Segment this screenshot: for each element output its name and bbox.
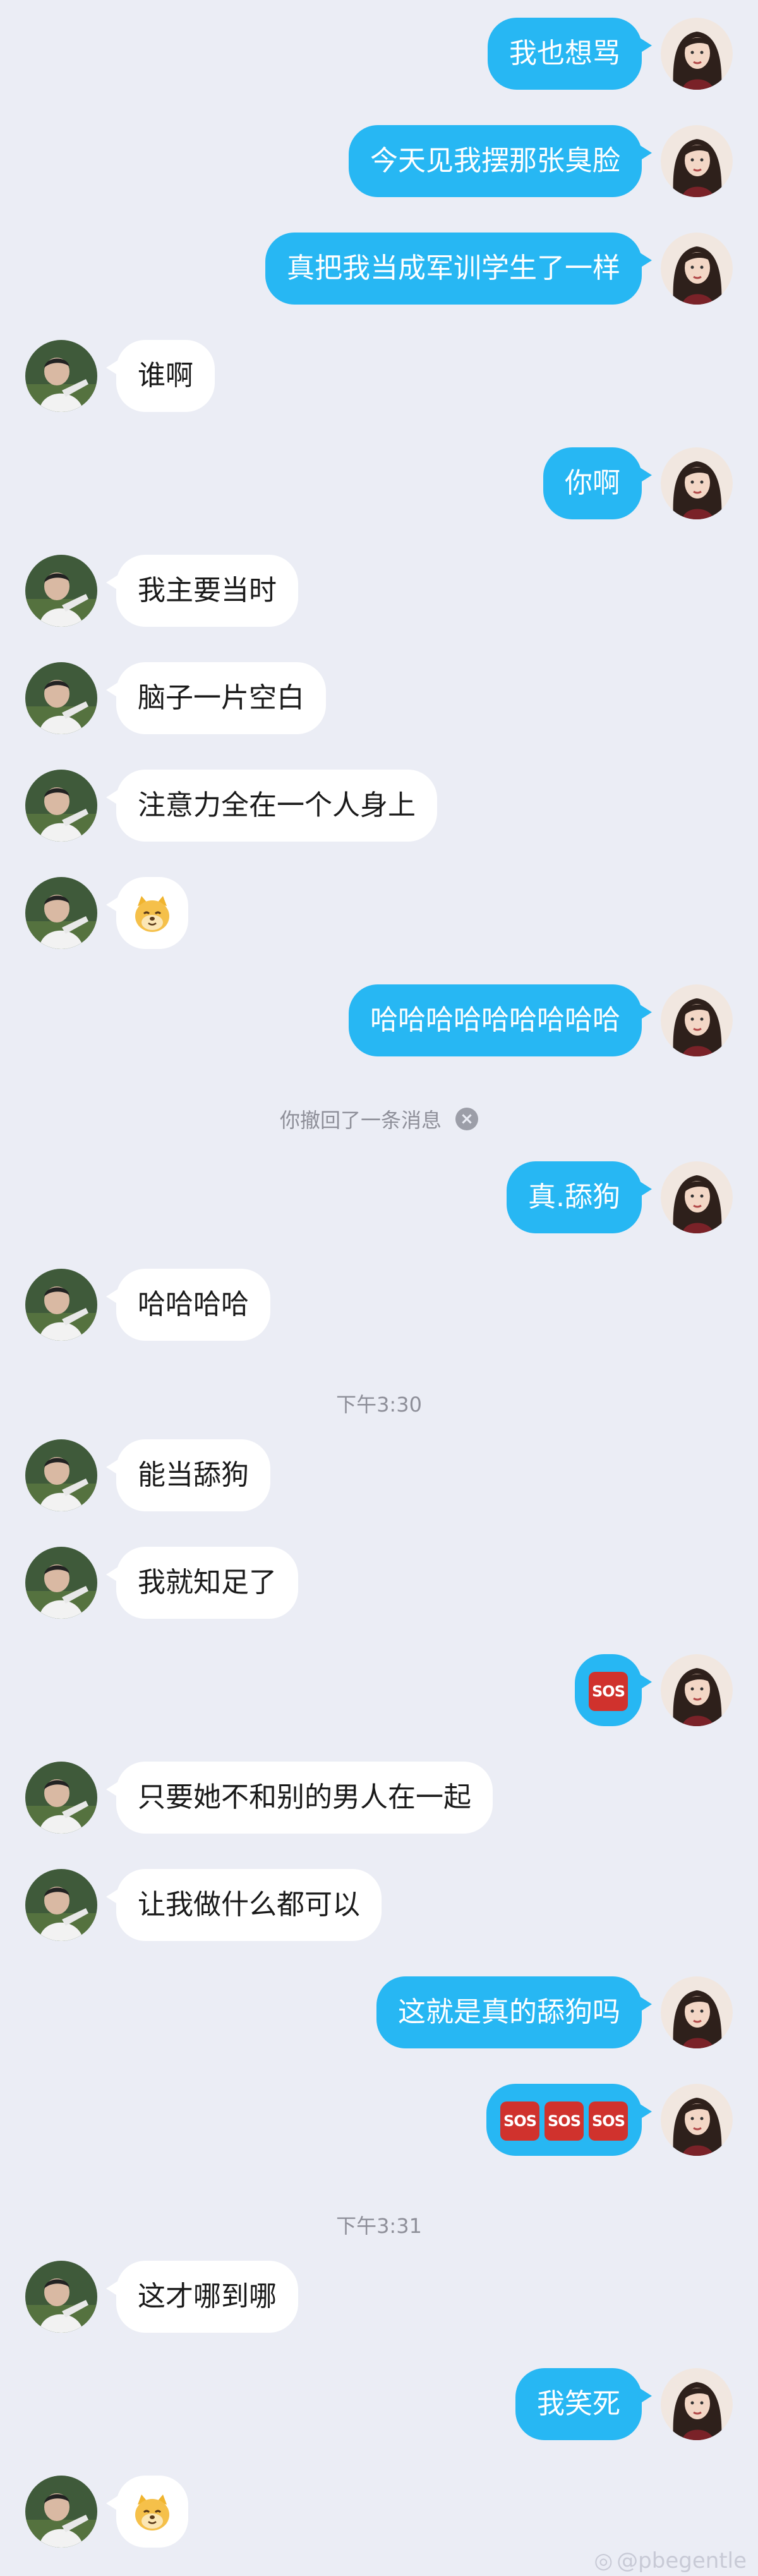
received-message-bubble[interactable]: 脑子一片空白: [106, 662, 326, 734]
message-row-sent: 今天见我摆那张臭脸: [0, 125, 758, 207]
weibo-icon: ◎: [594, 2548, 613, 2573]
message-text: 今天见我摆那张臭脸: [370, 145, 620, 177]
sos-emoji: SOS: [589, 1672, 628, 1711]
message-row-received: 只要她不和别的男人在一起: [0, 1762, 758, 1844]
timestamp: 下午3:30: [336, 1393, 422, 1417]
sent-message-bubble[interactable]: 这就是真的舔狗吗: [376, 1976, 652, 2048]
message-text: 哈哈哈哈哈哈哈哈哈: [370, 1004, 620, 1036]
sent-message-bubble[interactable]: 你啊: [543, 447, 652, 519]
message-row-received: 这才哪到哪: [0, 2261, 758, 2343]
message-row-sent: 我也想骂: [0, 18, 758, 100]
recall-notice-text: 你撤回了一条消息: [279, 1108, 442, 1132]
contact-avatar[interactable]: [25, 2261, 97, 2333]
my-avatar[interactable]: [661, 2368, 733, 2440]
message-text: 你啊: [565, 467, 620, 499]
message-row-sent: 你啊: [0, 447, 758, 529]
contact-avatar[interactable]: [25, 340, 97, 412]
sent-message-bubble[interactable]: SOS: [575, 1654, 652, 1726]
message-text: 这才哪到哪: [138, 2280, 277, 2313]
sent-message-bubble[interactable]: 真把我当成军训学生了一样: [265, 233, 652, 305]
received-message-bubble[interactable]: 只要她不和别的男人在一起: [106, 1762, 493, 1834]
contact-avatar[interactable]: [25, 770, 97, 842]
message-row-sent: 这就是真的舔狗吗: [0, 1976, 758, 2059]
message-row-received: 谁啊: [0, 340, 758, 422]
message-row-received: 让我做什么都可以: [0, 1869, 758, 1951]
sent-message-bubble[interactable]: 真.舔狗: [507, 1161, 652, 1233]
recall-notice: 你撤回了一条消息 ×: [0, 1104, 758, 1134]
message-text: 真把我当成军训学生了一样: [287, 252, 620, 284]
message-text: 谁啊: [138, 360, 193, 392]
message-row-sent: 真把我当成军训学生了一样: [0, 233, 758, 315]
message-text: 脑子一片空白: [138, 682, 304, 714]
received-message-bubble[interactable]: 让我做什么都可以: [106, 1869, 382, 1941]
message-text: 让我做什么都可以: [138, 1889, 360, 1921]
message-text: 注意力全在一个人身上: [138, 789, 416, 821]
message-row-received: 脑子一片空白: [0, 662, 758, 744]
received-message-bubble[interactable]: 注意力全在一个人身上: [106, 770, 437, 842]
my-avatar[interactable]: [661, 1161, 733, 1233]
received-message-bubble[interactable]: 谁啊: [106, 340, 215, 412]
received-message-bubble[interactable]: 能当舔狗: [106, 1439, 270, 1511]
message-row-sent: 我笑死: [0, 2368, 758, 2450]
watermark: ◎ @pbegentle: [594, 2548, 747, 2573]
my-avatar[interactable]: [661, 125, 733, 197]
contact-avatar[interactable]: [25, 1439, 97, 1511]
contact-avatar[interactable]: [25, 1547, 97, 1619]
message-text: 这就是真的舔狗吗: [398, 1996, 620, 2028]
contact-avatar[interactable]: [25, 1269, 97, 1341]
contact-avatar[interactable]: [25, 1762, 97, 1834]
message-row-received: 我主要当时: [0, 555, 758, 637]
message-text: 我就知足了: [138, 1566, 277, 1599]
doge-face-emoji: [131, 2492, 173, 2534]
watermark-text: @pbegentle: [617, 2548, 747, 2573]
message-row-received: 哈哈哈哈: [0, 1269, 758, 1351]
received-message-bubble[interactable]: 我就知足了: [106, 1547, 298, 1619]
sent-message-bubble[interactable]: 我也想骂: [488, 18, 652, 90]
my-avatar[interactable]: [661, 1976, 733, 2048]
my-avatar[interactable]: [661, 18, 733, 90]
received-message-bubble[interactable]: [106, 2476, 188, 2548]
contact-avatar[interactable]: [25, 1869, 97, 1941]
received-message-bubble[interactable]: [106, 877, 188, 949]
my-avatar[interactable]: [661, 984, 733, 1056]
message-row-received: 能当舔狗: [0, 1439, 758, 1521]
message-text: 我主要当时: [138, 574, 277, 607]
sent-message-bubble[interactable]: 我笑死: [515, 2368, 652, 2440]
message-text: 能当舔狗: [138, 1459, 249, 1491]
contact-avatar[interactable]: [25, 877, 97, 949]
message-text: 我笑死: [537, 2388, 620, 2420]
message-row-sent: SOS: [0, 1654, 758, 1736]
message-row-received: 我就知足了: [0, 1547, 758, 1629]
received-message-bubble[interactable]: 我主要当时: [106, 555, 298, 627]
sos-emoji: SOS: [500, 2101, 539, 2141]
message-row-received: [0, 877, 758, 959]
my-avatar[interactable]: [661, 447, 733, 519]
message-text: 只要她不和别的男人在一起: [138, 1781, 471, 1813]
contact-avatar[interactable]: [25, 2476, 97, 2548]
message-text: 哈哈哈哈: [138, 1288, 249, 1321]
contact-avatar[interactable]: [25, 662, 97, 734]
sent-message-bubble[interactable]: 今天见我摆那张臭脸: [349, 125, 652, 197]
my-avatar[interactable]: [661, 233, 733, 305]
message-text: 真.舔狗: [528, 1181, 620, 1213]
my-avatar[interactable]: [661, 2084, 733, 2156]
sos-emoji: SOS: [544, 2101, 584, 2141]
contact-avatar[interactable]: [25, 555, 97, 627]
received-message-bubble[interactable]: 哈哈哈哈: [106, 1269, 270, 1341]
message-row-sent: 真.舔狗: [0, 1161, 758, 1243]
doge-face-emoji: [131, 893, 173, 935]
chat-log: 我也想骂今天见我摆那张臭脸真把我当成军训学生了一样谁啊你啊我主要当时脑子一片空白…: [0, 0, 758, 2576]
close-icon[interactable]: ×: [455, 1108, 478, 1130]
sos-emoji: SOS: [589, 2101, 628, 2141]
message-row-sent: SOS SOS SOS: [0, 2084, 758, 2166]
my-avatar[interactable]: [661, 1654, 733, 1726]
message-row-received: [0, 2476, 758, 2558]
received-message-bubble[interactable]: 这才哪到哪: [106, 2261, 298, 2333]
message-row-received: 注意力全在一个人身上: [0, 770, 758, 852]
timestamp: 下午3:31: [336, 2214, 422, 2238]
message-text: 我也想骂: [509, 37, 620, 70]
sent-message-bubble[interactable]: 哈哈哈哈哈哈哈哈哈: [349, 984, 652, 1056]
message-row-sent: 哈哈哈哈哈哈哈哈哈: [0, 984, 758, 1067]
sent-message-bubble[interactable]: SOS SOS SOS: [486, 2084, 652, 2156]
